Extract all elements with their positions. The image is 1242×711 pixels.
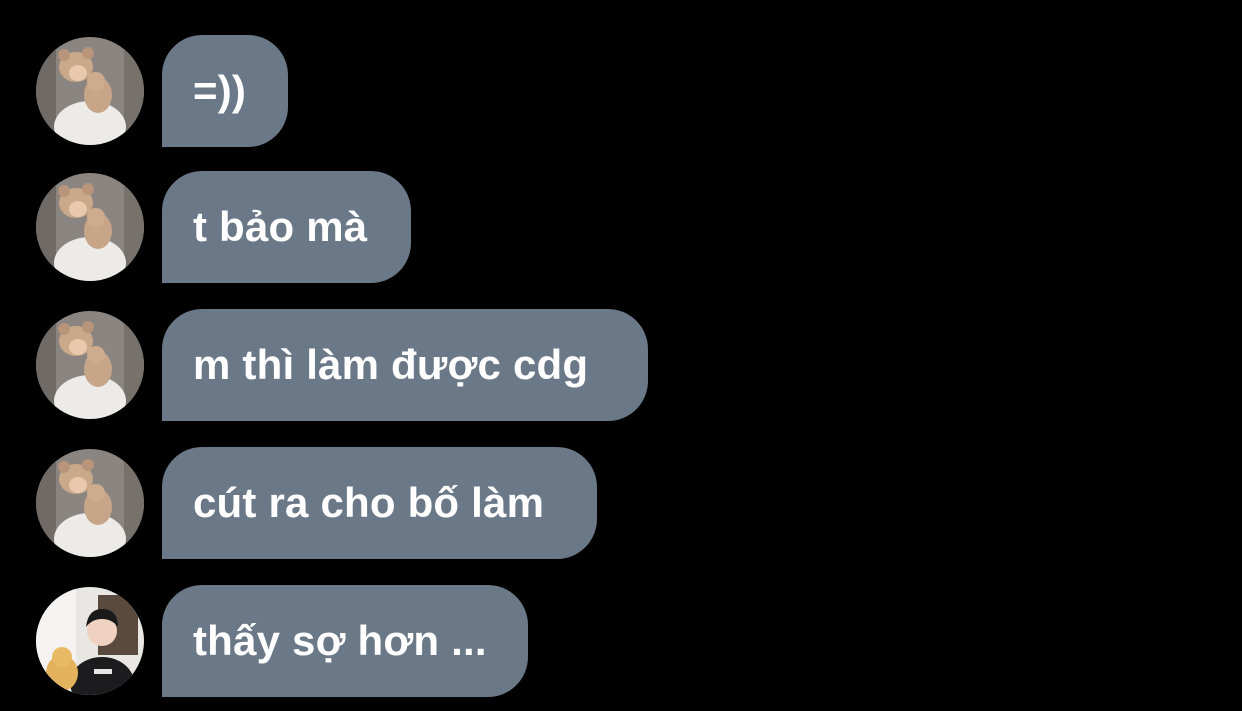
message-row: t bảo mà [36, 170, 411, 284]
sender-avatar[interactable] [36, 449, 144, 557]
message-bubble[interactable]: thấy sợ hơn ... [162, 585, 528, 697]
message-row: m thì làm được cdg [36, 308, 648, 422]
message-bubble[interactable]: t bảo mà [162, 171, 411, 283]
message-bubble[interactable]: =)) [162, 35, 288, 147]
sender-avatar[interactable] [36, 173, 144, 281]
message-bubble[interactable]: m thì làm được cdg [162, 309, 648, 421]
sender-avatar[interactable] [36, 311, 144, 419]
sender-avatar[interactable] [36, 37, 144, 145]
message-row: cút ra cho bố làm [36, 446, 597, 560]
chat-thread: =)) t bảo mà m thì làm được cdg cút ra c… [0, 0, 1242, 711]
message-row: =)) [36, 34, 288, 148]
message-row: thấy sợ hơn ... [36, 584, 528, 698]
message-bubble[interactable]: cút ra cho bố làm [162, 447, 597, 559]
sender-avatar[interactable] [36, 587, 144, 695]
